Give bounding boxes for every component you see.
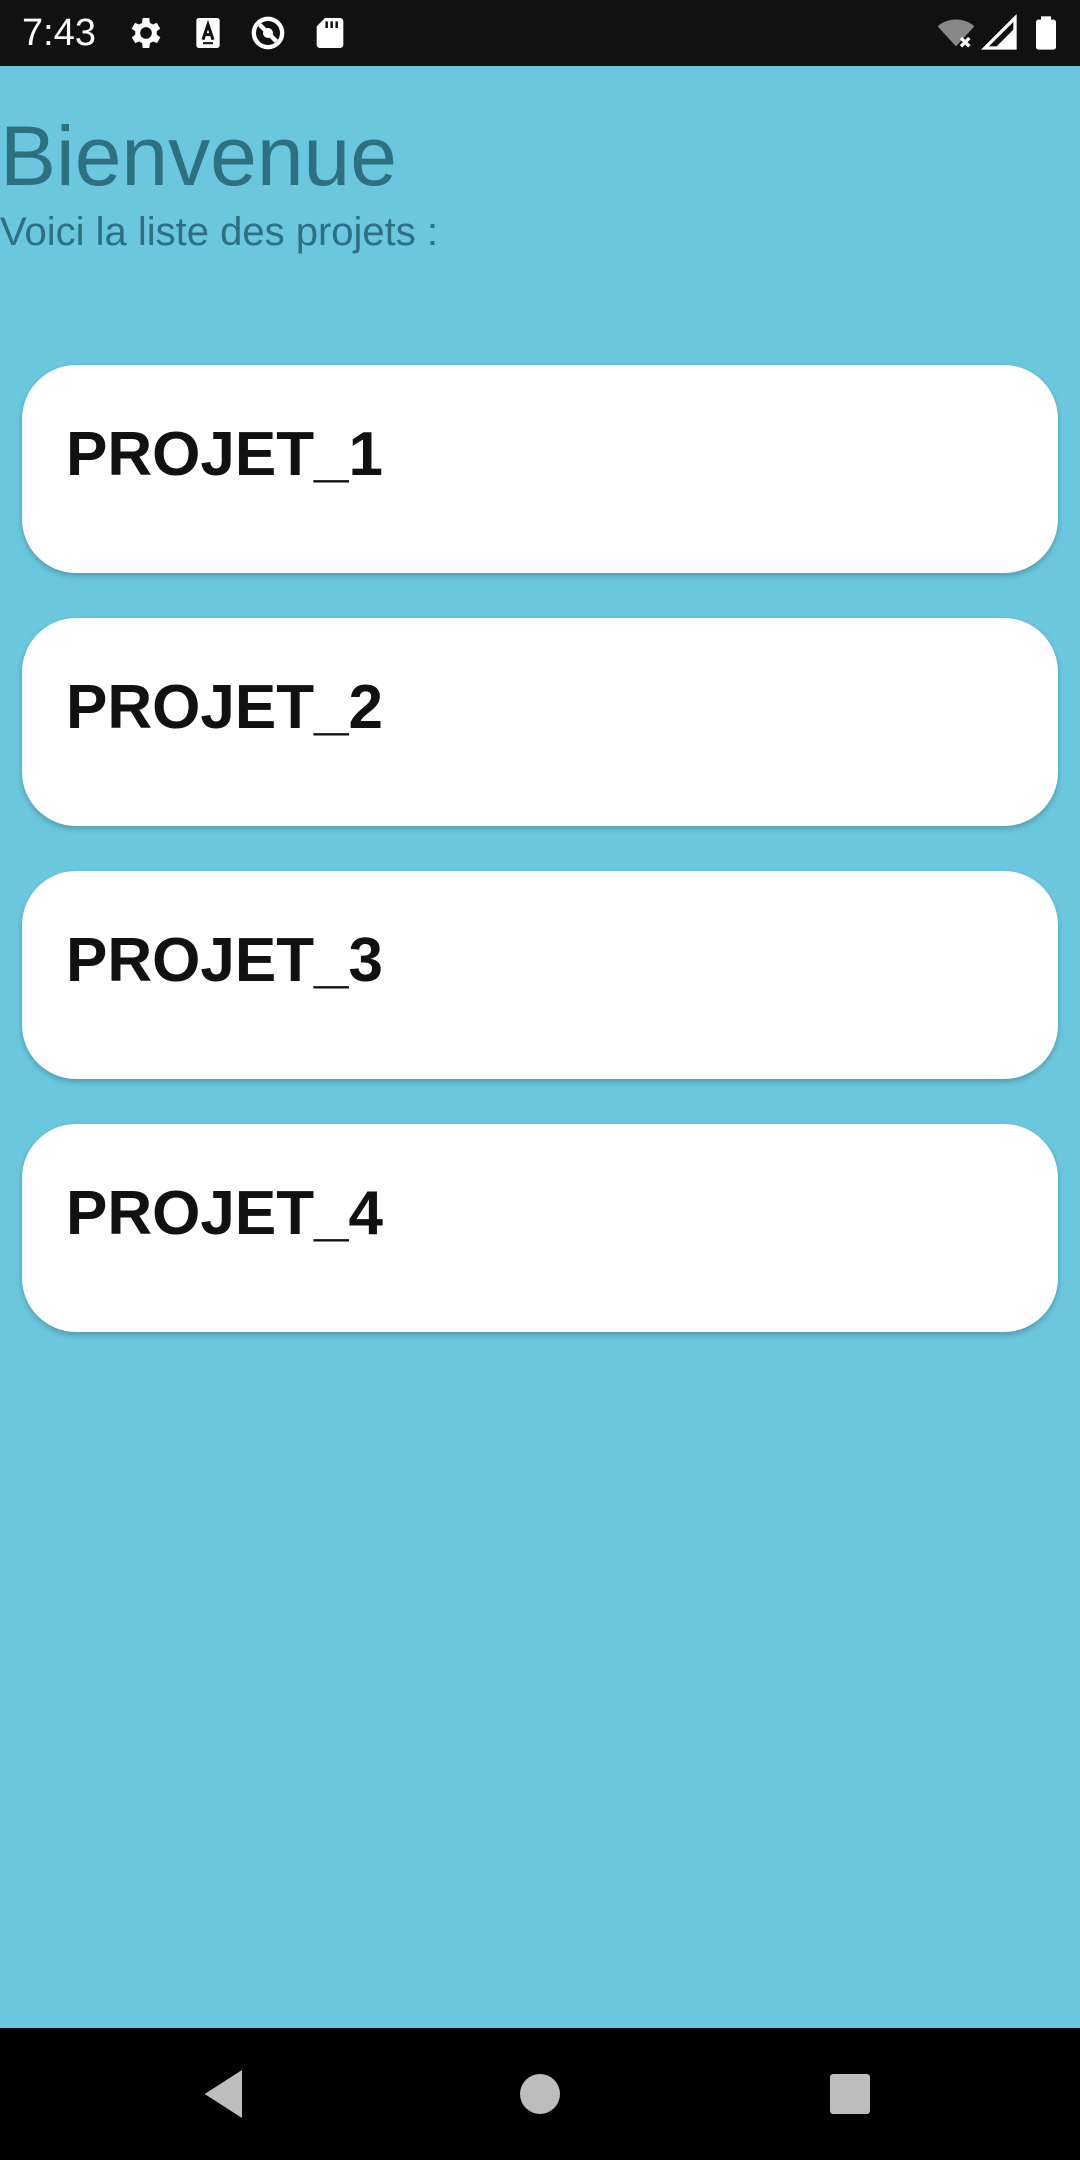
wifi-off-icon <box>936 13 976 53</box>
cell-signal-icon <box>980 13 1020 53</box>
settings-icon <box>126 13 166 53</box>
battery-icon <box>1026 13 1066 53</box>
data-saver-icon <box>248 13 288 53</box>
project-card-3[interactable]: PROJET_3 <box>22 871 1058 1079</box>
recents-icon[interactable] <box>818 2062 882 2126</box>
project-card-4[interactable]: PROJET_4 <box>22 1124 1058 1332</box>
keyboard-a-icon <box>188 13 228 53</box>
status-time: 7:43 <box>22 12 96 54</box>
back-icon[interactable] <box>194 2062 258 2126</box>
project-name: PROJET_2 <box>66 673 384 742</box>
page-title: Bienvenue <box>0 109 397 203</box>
project-name: PROJET_4 <box>66 1179 384 1248</box>
status-bar: 7:43 <box>0 0 1080 66</box>
project-card-1[interactable]: PROJET_1 <box>22 365 1058 573</box>
app-content: Bienvenue Voici la liste des projets : P… <box>0 66 1080 2028</box>
navigation-bar <box>0 2028 1080 2160</box>
project-name: PROJET_1 <box>66 420 384 489</box>
project-name: PROJET_3 <box>66 926 384 995</box>
home-icon[interactable] <box>508 2062 572 2126</box>
project-list: PROJET_1 PROJET_2 PROJET_3 PROJET_4 <box>22 365 1058 1377</box>
project-card-2[interactable]: PROJET_2 <box>22 618 1058 826</box>
page-subtitle: Voici la liste des projets : <box>0 210 438 254</box>
sd-card-icon <box>310 13 350 53</box>
